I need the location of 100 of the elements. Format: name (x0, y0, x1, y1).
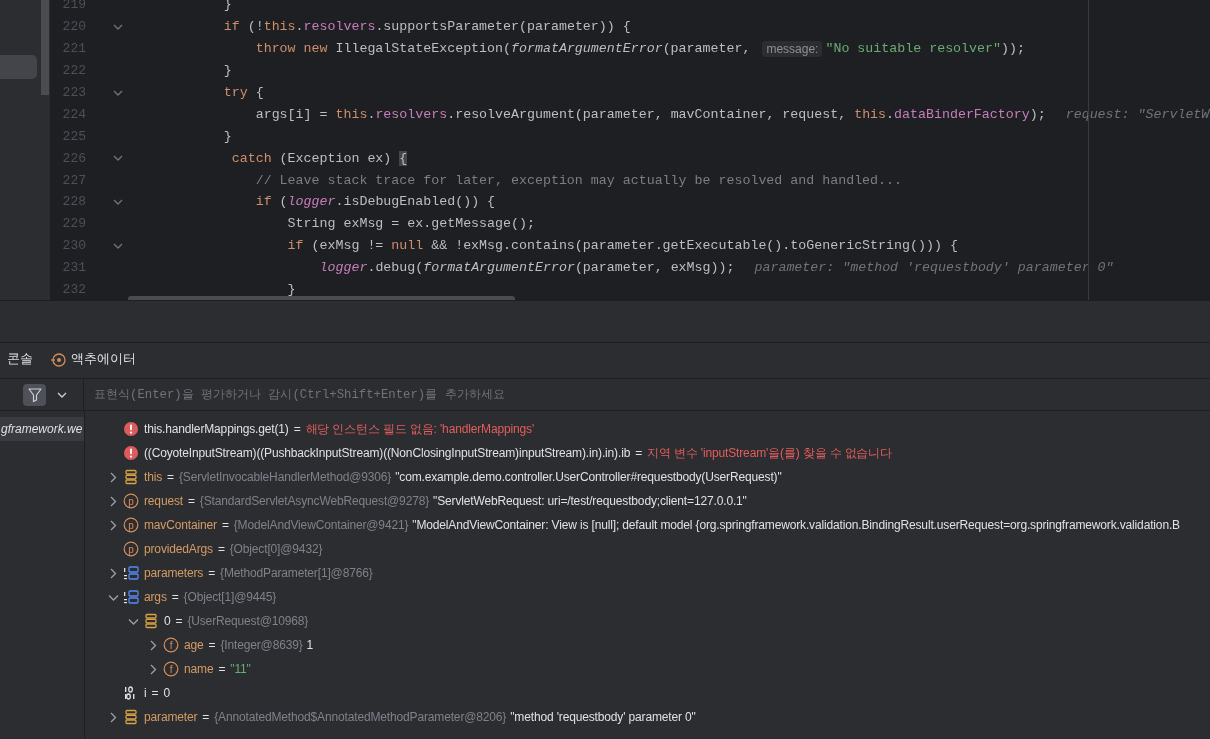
inline-value-hint: request: "ServletW (1065, 106, 1210, 122)
code-text: . (367, 106, 376, 122)
variable-type: {Object[1]@9445} (183, 590, 277, 604)
tab[interactable]: 액추에이터 (49, 347, 138, 374)
code-text: && !exMsg.contains(parameter.getExecutable().toGenericString())) { (431, 238, 958, 254)
variable-name: parameters (144, 566, 204, 580)
variable-value: 0 (163, 686, 170, 700)
code-text: { (255, 85, 264, 100)
code-text: .isDebugEnabled()) { (335, 194, 496, 210)
code-keyword: catch (231, 150, 272, 166)
equals-sign: = (217, 542, 225, 556)
code-field: dataBinderFactory (894, 106, 1030, 122)
array-icon (123, 589, 139, 605)
watch-expression: ((CoyoteInputStream)((PushbackInputStream)((NonClosingInputStream)inputStream).in).in).ib (144, 446, 631, 460)
code-text: .resolveArgument(parameter, mavContainer, request, (447, 106, 848, 122)
code-keyword: throw new (255, 41, 328, 57)
code-text: )); (1001, 41, 1025, 57)
equals-sign: = (293, 422, 301, 436)
inline-value-hint: parameter: "method 'requestbody' parameter 0" (754, 260, 1114, 276)
variable-name: providedArgs (144, 542, 213, 556)
equals-sign: = (208, 566, 216, 580)
error-icon (123, 421, 139, 437)
code-text: (parameter, (662, 41, 752, 57)
variable-name: name (184, 662, 214, 676)
object-icon (123, 709, 139, 725)
equals-sign: = (218, 662, 226, 676)
parameter-icon: p (123, 517, 139, 533)
error-icon (123, 445, 139, 461)
equals-sign: = (221, 518, 229, 532)
filter-button[interactable] (23, 383, 46, 406)
variable-name: this (144, 470, 163, 484)
equals-sign: = (202, 710, 210, 724)
code-text: (Exception ex) (279, 150, 393, 166)
equals-sign: = (167, 470, 174, 484)
tab[interactable]: 콘솔 (5, 347, 35, 374)
object-icon (123, 469, 139, 485)
code-text: (parameter, exMsg)); (574, 260, 735, 276)
code-keyword: this (854, 106, 887, 122)
stack-frame-item[interactable]: gframework.we (0, 417, 84, 441)
code-text: ); (1029, 106, 1046, 122)
equals-sign: = (208, 638, 216, 652)
code-text: } (287, 282, 296, 297)
equals-sign: = (188, 494, 195, 508)
code-field: resolvers (303, 19, 376, 35)
code-string: "No suitable resolver" (825, 41, 1001, 57)
parameter-hint: message: (762, 40, 823, 57)
code-text: . (295, 19, 304, 35)
code-keyword: if (255, 194, 272, 210)
variable-type: {Object[0]@9432} (229, 542, 323, 556)
code-field: resolvers (375, 106, 448, 122)
code-text: ( (279, 194, 288, 210)
code-keyword: this (335, 106, 368, 122)
variable-name: age (184, 638, 204, 652)
watch-expression: this.handlerMappings.get(1) (144, 422, 289, 436)
code-comment: // Leave stack trace for later, exception may actually be resolved and handled... (255, 172, 902, 188)
variable-value: "com.example.demo.controller.UserController#requestbody(UserRequest)" (395, 470, 782, 484)
variable-type: {StandardServletAsyncWebRequest@9278} (199, 494, 430, 508)
variable-value: "ModelAndViewContainer: View is [null]; default model {org.springframework.validation.BindingResult.userRequest=org.springframework.validation.B (412, 518, 1180, 532)
expression-input-field[interactable]: 표현식(Enter)을 평가하거나 감시(Ctrl+Shift+Enter)를 추가하세요 (84, 379, 1210, 410)
code-text: IllegalStateException( (335, 41, 512, 57)
code-text: args[i] = (255, 106, 329, 122)
variable-name: parameter (144, 710, 198, 724)
code-keyword: this (263, 19, 296, 35)
code-static-field: logger (319, 260, 368, 276)
equals-sign: = (175, 614, 183, 628)
filter-icon (26, 386, 43, 403)
code-keyword: if (287, 238, 304, 254)
variable-value: "method 'requestbody' parameter 0" (510, 710, 696, 724)
code-text: (exMsg != (311, 238, 385, 254)
variable-name: i (144, 686, 147, 700)
code-static-field: logger (287, 194, 336, 210)
field-icon: f (163, 661, 179, 677)
error-message: 해당 인스턴스 필드 없음: 'handlerMappings' (305, 420, 535, 438)
variable-value: "ServletWebRequest: uri=/test/requestbody;client=127.0.0.1" (433, 494, 747, 508)
code-text: (! (247, 19, 264, 35)
code-text: . (886, 106, 895, 122)
variable-name: 0 (164, 614, 171, 628)
matched-brace: { (399, 150, 408, 166)
variable-type: {AnnotatedMethod$AnnotatedMethodParameter@8206} (214, 710, 507, 724)
code-keyword: null (391, 238, 424, 254)
code-text: .debug( (367, 260, 424, 276)
parameter-icon: p (123, 493, 139, 509)
equals-sign: = (151, 686, 159, 700)
code-keyword: if (223, 19, 240, 35)
variable-type: {Integer@8639} (220, 638, 303, 652)
variable-value: 1 (306, 638, 314, 652)
variable-value: "11" (230, 662, 251, 676)
object-icon (143, 613, 159, 629)
variable-name: args (144, 590, 167, 604)
variable-type: {UserRequest@10968} (187, 614, 309, 628)
code-text: } (223, 128, 232, 144)
error-message: 지역 변수 'inputStream'을(를) 찾을 수 없습니다 (647, 444, 893, 462)
code-keyword: try (223, 85, 248, 100)
variable-type: {MethodParameter[1]@8766} (220, 566, 373, 580)
code-method: formatArgumentError (423, 260, 575, 276)
variable-type: {ModelAndViewContainer@9421} (233, 518, 409, 532)
field-icon: f (163, 637, 179, 653)
scrollbar-thumb[interactable] (41, 0, 49, 95)
parameter-icon: p (123, 541, 139, 557)
code-text: } (223, 63, 232, 79)
